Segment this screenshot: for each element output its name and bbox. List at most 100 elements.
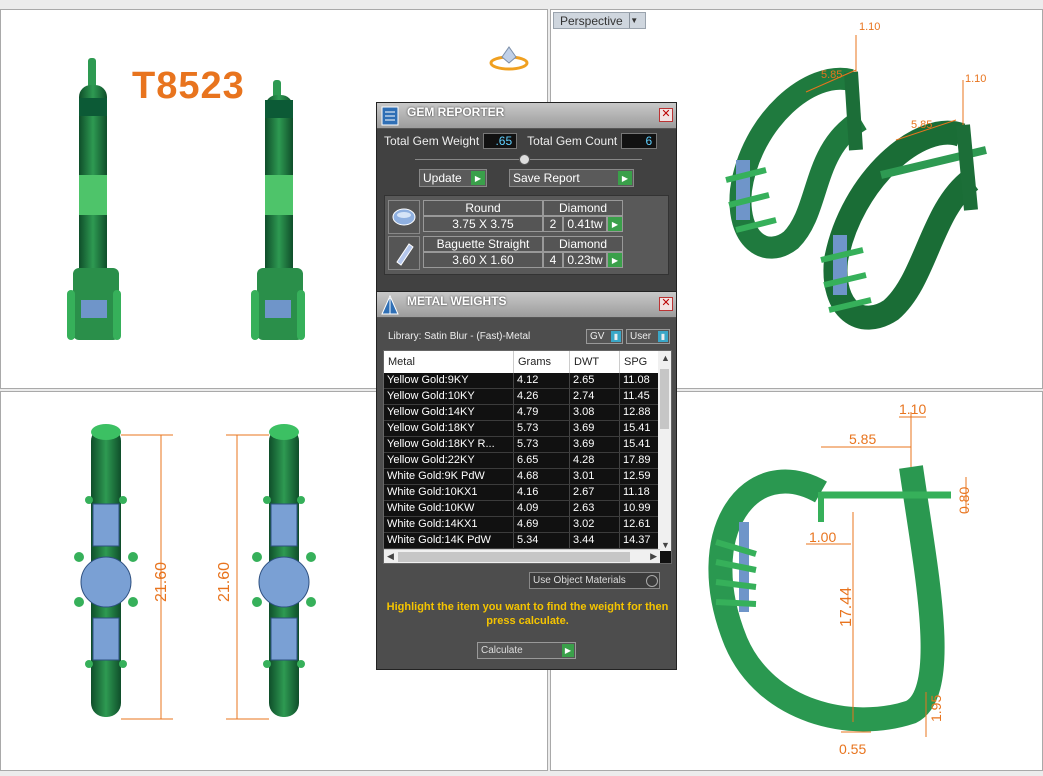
table-cell: 5.73 bbox=[514, 437, 570, 452]
column-header[interactable]: Metal bbox=[384, 351, 514, 373]
gem-weight: 0.23tw bbox=[563, 252, 607, 268]
persp-dim-c: 5.85 bbox=[911, 119, 932, 131]
table-row[interactable]: Yellow Gold:18KY R... 5.73 3.69 15.41 bbox=[384, 437, 671, 453]
table-row[interactable]: Yellow Gold:10KY 4.26 2.74 11.45 bbox=[384, 389, 671, 405]
gem-weight: 0.41tw bbox=[563, 216, 607, 232]
scroll-thumb[interactable] bbox=[660, 369, 669, 429]
table-cell: 4.12 bbox=[514, 373, 570, 388]
calculate-hint: Highlight the item you want to find the … bbox=[386, 601, 669, 627]
radio-icon bbox=[646, 574, 658, 587]
table-cell: 3.69 bbox=[570, 421, 620, 436]
cad-workspace: T8523 5.85 1.10 5.85 1.10 Perspective ▼ … bbox=[0, 0, 1043, 776]
earring-front-left bbox=[67, 58, 121, 340]
table-cell: White Gold:10KW bbox=[384, 501, 514, 516]
vertical-scrollbar[interactable]: ▲ ▼ bbox=[658, 351, 671, 551]
table-cell: Yellow Gold:18KY bbox=[384, 421, 514, 436]
base-dimension: 0.55 bbox=[839, 741, 866, 757]
scroll-up-icon[interactable]: ▲ bbox=[661, 353, 670, 363]
scroll-left-icon[interactable]: ◀ bbox=[387, 551, 394, 562]
table-cell: 4.26 bbox=[514, 389, 570, 404]
earring-side-body bbox=[708, 465, 945, 732]
play-icon[interactable]: ▶ bbox=[607, 216, 623, 232]
table-cell: 2.74 bbox=[570, 389, 620, 404]
table-cell: 6.65 bbox=[514, 453, 570, 468]
post-dimension: 0.80 bbox=[956, 487, 972, 514]
close-icon[interactable]: ✕ bbox=[659, 108, 673, 122]
bottom-dimension: 1.95 bbox=[928, 695, 944, 722]
info-icon: ▮ bbox=[611, 331, 621, 342]
save-report-button[interactable]: Save Report ▶ bbox=[509, 169, 634, 187]
scroll-thumb[interactable] bbox=[398, 552, 630, 562]
user-toggle[interactable]: User ▮ bbox=[626, 329, 670, 344]
gv-toggle[interactable]: GV ▮ bbox=[586, 329, 623, 344]
view-mode-label: Perspective bbox=[560, 13, 623, 28]
gem-reporter-panel: GEM REPORTER ✕ Total Gem Weight .65 Tota… bbox=[376, 102, 677, 296]
round-gem-icon bbox=[388, 200, 420, 234]
earring-perspective-front bbox=[820, 120, 987, 330]
table-header: Metal Grams DWT SPG bbox=[384, 351, 671, 373]
persp-dim-a: 5.85 bbox=[821, 69, 842, 81]
total-gem-weight-value: .65 bbox=[483, 133, 518, 149]
gv-label: GV bbox=[590, 331, 605, 342]
table-cell: White Gold:14KX1 bbox=[384, 517, 514, 532]
height-dimension-a: 21.60 bbox=[153, 562, 170, 602]
table-cell: 3.69 bbox=[570, 437, 620, 452]
gem-item-round[interactable]: Round Diamond 3.75 X 3.75 2 0.41tw ▶ bbox=[388, 200, 665, 234]
earring-top-left bbox=[74, 424, 138, 717]
gem-list: Round Diamond 3.75 X 3.75 2 0.41tw ▶ Bag… bbox=[384, 195, 669, 275]
view-mode-dropdown[interactable]: Perspective ▼ bbox=[553, 12, 646, 29]
table-cell: 3.01 bbox=[570, 469, 620, 484]
metal-table: Metal Grams DWT SPG Yellow Gold:9KY 4.12 2… bbox=[383, 350, 672, 564]
calculate-button[interactable]: Calculate ▶ bbox=[477, 642, 576, 659]
table-row[interactable]: Yellow Gold:14KY 4.79 3.08 12.88 bbox=[384, 405, 671, 421]
table-row[interactable]: Yellow Gold:9KY 4.12 2.65 11.08 bbox=[384, 373, 671, 389]
table-cell: 4.09 bbox=[514, 501, 570, 516]
width-dimension: 5.85 bbox=[849, 431, 876, 447]
table-cell: 3.08 bbox=[570, 405, 620, 420]
play-icon: ▶ bbox=[618, 171, 632, 185]
table-cell: Yellow Gold:10KY bbox=[384, 389, 514, 404]
gem-size: 3.60 X 1.60 bbox=[423, 252, 543, 268]
play-icon[interactable]: ▶ bbox=[607, 252, 623, 268]
table-cell: White Gold:9K PdW bbox=[384, 469, 514, 484]
scroll-right-icon[interactable]: ▶ bbox=[650, 551, 657, 562]
splitter-handle[interactable] bbox=[519, 154, 530, 165]
metal-weights-titlebar[interactable]: METAL WEIGHTS ✕ bbox=[377, 292, 676, 318]
table-row[interactable]: Yellow Gold:18KY 5.73 3.69 15.41 bbox=[384, 421, 671, 437]
table-row[interactable]: White Gold:9K PdW 4.68 3.01 12.59 bbox=[384, 469, 671, 485]
top-dimension-lines bbox=[121, 434, 269, 720]
gem-shape: Baguette Straight bbox=[423, 236, 543, 252]
use-object-materials-toggle[interactable]: Use Object Materials bbox=[529, 572, 660, 589]
wire-dimension: 1.10 bbox=[899, 401, 926, 417]
table-cell: White Gold:14K PdW bbox=[384, 533, 514, 548]
column-header[interactable]: DWT bbox=[570, 351, 620, 373]
table-row[interactable]: White Gold:10KW 4.09 2.63 10.99 bbox=[384, 501, 671, 517]
play-icon: ▶ bbox=[471, 171, 485, 185]
table-cell: 4.79 bbox=[514, 405, 570, 420]
update-button[interactable]: Update ▶ bbox=[419, 169, 487, 187]
scale-icon bbox=[379, 294, 401, 316]
table-cell: White Gold:10KX1 bbox=[384, 485, 514, 500]
gem-shape: Round bbox=[423, 200, 543, 216]
metal-weights-panel: METAL WEIGHTS ✕ Library: Satin Blur - (F… bbox=[376, 291, 677, 670]
update-button-label: Update bbox=[423, 171, 462, 185]
gem-reporter-titlebar[interactable]: GEM REPORTER ✕ bbox=[377, 103, 676, 129]
save-report-label: Save Report bbox=[513, 171, 580, 185]
table-cell: 4.16 bbox=[514, 485, 570, 500]
close-icon[interactable]: ✕ bbox=[659, 297, 673, 311]
gem-item-baguette[interactable]: Baguette Straight Diamond 3.60 X 1.60 4 … bbox=[388, 236, 665, 270]
table-row[interactable]: White Gold:10KX1 4.16 2.67 11.18 bbox=[384, 485, 671, 501]
user-label: User bbox=[630, 331, 652, 342]
column-header[interactable]: Grams bbox=[514, 351, 570, 373]
table-cell: 2.67 bbox=[570, 485, 620, 500]
horizontal-scrollbar[interactable]: ◀ ▶ bbox=[384, 549, 660, 563]
table-row[interactable]: White Gold:14KX1 4.69 3.02 12.61 bbox=[384, 517, 671, 533]
table-row[interactable]: White Gold:14K PdW 5.34 3.44 14.37 bbox=[384, 533, 671, 549]
panel-splitter[interactable] bbox=[415, 154, 642, 165]
table-cell: Yellow Gold:14KY bbox=[384, 405, 514, 420]
model-title: T8523 bbox=[132, 65, 245, 107]
scroll-down-icon[interactable]: ▼ bbox=[661, 540, 670, 550]
table-cell: 5.73 bbox=[514, 421, 570, 436]
table-row[interactable]: Yellow Gold:22KY 6.65 4.28 17.89 bbox=[384, 453, 671, 469]
gem-type: Diamond bbox=[543, 200, 623, 216]
